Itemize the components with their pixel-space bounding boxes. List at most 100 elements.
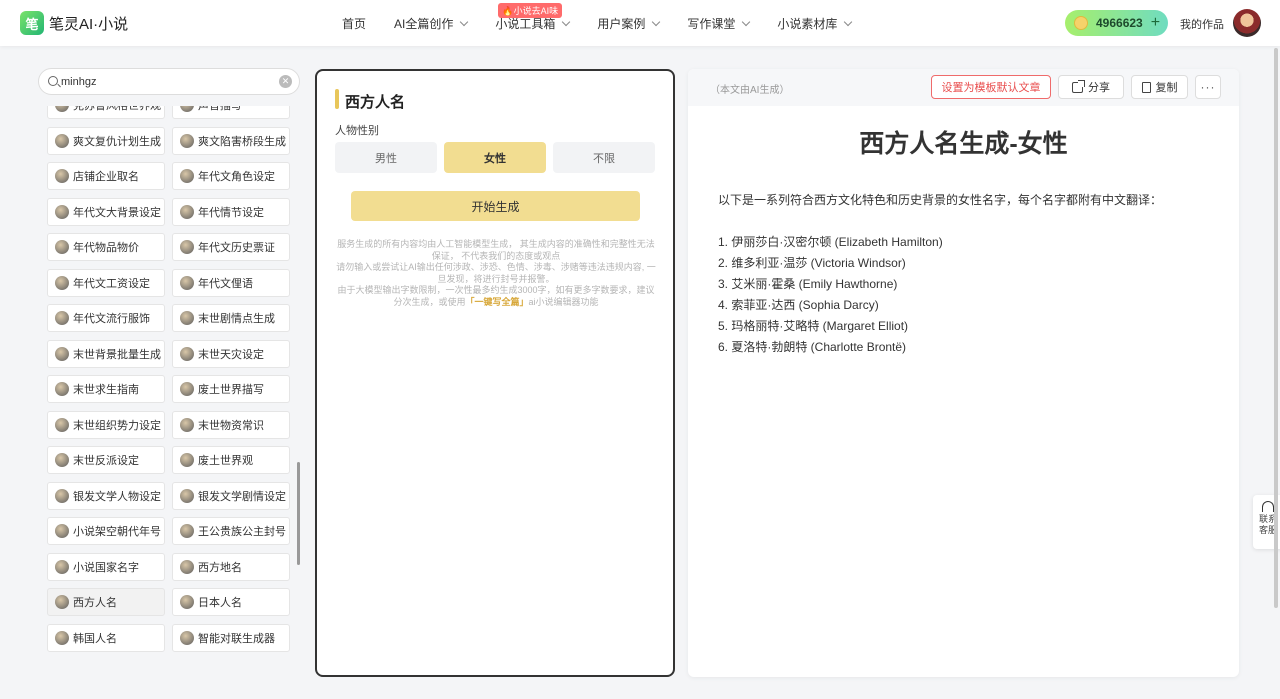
add-credits-icon[interactable]: +: [1151, 15, 1160, 31]
nav-user-cases[interactable]: 用户案例: [597, 15, 661, 32]
tool-item[interactable]: 年代物品物价: [47, 233, 165, 261]
name-item: 1. 伊丽莎白·汉密尔顿 (Elizabeth Hamilton): [718, 235, 943, 249]
tool-label: 日本人名: [198, 597, 242, 609]
tool-icon: [180, 595, 194, 609]
tool-item[interactable]: 声音描写: [172, 106, 290, 119]
tool-icon: [180, 346, 194, 361]
tool-icon: [180, 630, 194, 645]
tool-icon: [180, 169, 194, 183]
tool-icon: [55, 346, 69, 361]
tool-item[interactable]: 年代文大背景设定: [47, 197, 165, 226]
tool-label: 爽文复仇计划生成: [73, 135, 161, 148]
disclaimer-line-3: 由于大模型输出字数限制，一次性最多约生成3000字，如有更多字数要求，建议分次生…: [333, 285, 659, 308]
tool-item[interactable]: 银发文学人物设定: [47, 481, 165, 510]
tool-label: 末世剧情点生成: [198, 313, 275, 325]
tool-item[interactable]: 王公贵族公主封号: [172, 517, 290, 545]
logo-icon: 笔: [20, 11, 44, 35]
gender-option-male[interactable]: 男性: [335, 142, 437, 173]
tool-item[interactable]: 西方人名: [47, 588, 165, 616]
tool-item[interactable]: 爽文复仇计划生成: [47, 126, 165, 155]
more-button[interactable]: ···: [1195, 75, 1221, 99]
tool-icon: [180, 524, 194, 538]
tool-label: 末世背景批量生成: [73, 348, 161, 361]
disclaimer-text-end: ai小说编辑器功能: [528, 296, 599, 307]
my-works-link[interactable]: 我的作品: [1180, 16, 1224, 32]
tool-label: 年代情节设定: [198, 206, 264, 219]
name-item: 5. 玛格丽特·艾略特 (Margaret Elliot): [718, 319, 909, 333]
tool-item[interactable]: 末世天灾设定: [172, 339, 290, 368]
share-button[interactable]: 分享: [1058, 75, 1124, 99]
nav-badge[interactable]: 🔥小说去AI味: [498, 2, 563, 18]
tool-item[interactable]: 废土世界观: [172, 446, 290, 474]
name-item: 6. 夏洛特·勃朗特 (Charlotte Brontë): [718, 340, 907, 354]
nav-material-library[interactable]: 小说素材库: [777, 15, 853, 32]
nav-ai-full-creation-label: AI全篇创作: [394, 16, 454, 31]
tool-item[interactable]: 韩国人名: [47, 623, 165, 652]
tool-item[interactable]: 年代情节设定: [172, 197, 290, 226]
tool-icon: [180, 106, 194, 112]
tool-item[interactable]: 末世背景批量生成: [47, 339, 165, 368]
tool-item[interactable]: 末世剧情点生成: [172, 304, 290, 332]
tool-item[interactable]: 废土世界描写: [172, 375, 290, 403]
tool-item[interactable]: 爽文陷害桥段生成: [172, 126, 290, 155]
tool-label: 年代文流行服饰: [73, 313, 150, 325]
tool-item[interactable]: 末世反派设定: [47, 446, 165, 474]
start-generate-button[interactable]: 开始生成: [351, 191, 640, 221]
tool-item[interactable]: 末世物资常识: [172, 410, 290, 439]
nav-novel-toolbox[interactable]: 🔥小说去AI味 小说工具箱: [495, 2, 571, 32]
tool-icon: [180, 133, 194, 148]
tool-item[interactable]: 年代文流行服饰: [47, 304, 165, 332]
logo[interactable]: 笔 笔灵AI·小说: [20, 11, 128, 35]
tool-item[interactable]: 日本人名: [172, 588, 290, 616]
tool-list-scrollbar[interactable]: [297, 462, 300, 565]
tool-item[interactable]: 年代文俚语: [172, 268, 290, 297]
tool-search: ✕: [38, 68, 300, 95]
credits-badge[interactable]: 4966623 +: [1065, 10, 1168, 36]
tool-item[interactable]: 末世求生指南: [47, 375, 165, 403]
set-template-button[interactable]: 设置为模板默认文章: [931, 75, 1051, 99]
main-nav: 首页 AI全篇创作 🔥小说去AI味 小说工具箱 用户案例 写作课堂 小说素材库: [342, 0, 879, 46]
tool-icon: [55, 453, 69, 467]
nav-ai-full-creation[interactable]: AI全篇创作: [394, 15, 469, 32]
tool-icon: [180, 382, 194, 396]
page-scrollbar[interactable]: [1274, 48, 1278, 608]
name-item: 3. 艾米丽·霍桑 (Emily Hawthorne): [718, 277, 898, 291]
tool-item[interactable]: 年代文工资设定: [47, 268, 165, 297]
tool-item[interactable]: 西方地名: [172, 552, 290, 581]
tool-item[interactable]: 年代文角色设定: [172, 162, 290, 190]
gender-option-female[interactable]: 女性: [444, 142, 546, 173]
ai-generated-note: （本文由AI生成）: [710, 85, 790, 96]
tool-label: 智能对联生成器: [198, 632, 275, 645]
nav-home[interactable]: 首页: [342, 15, 366, 32]
tool-item[interactable]: 小说架空朝代年号: [47, 517, 165, 545]
tool-label: 年代文历史票证: [198, 242, 275, 254]
tool-item[interactable]: 智能对联生成器: [172, 623, 290, 652]
tool-item[interactable]: 末世组织势力设定: [47, 410, 165, 439]
nav-writing-class[interactable]: 写作课堂: [687, 15, 751, 32]
tool-icon: [180, 204, 194, 219]
tool-label: 年代文大背景设定: [73, 206, 161, 219]
tool-icon: [55, 311, 69, 325]
tool-item[interactable]: 克苏鲁风格世界观: [47, 106, 165, 119]
tool-item[interactable]: 小说国家名字: [47, 552, 165, 581]
tool-label: 末世求生指南: [73, 384, 139, 396]
name-list: 1. 伊丽莎白·汉密尔顿 (Elizabeth Hamilton) 2. 维多利…: [718, 232, 943, 358]
headset-icon: [1262, 501, 1274, 512]
avatar[interactable]: [1233, 9, 1261, 37]
copy-button[interactable]: 复制: [1131, 75, 1188, 99]
tool-icon: [55, 133, 69, 148]
tool-item[interactable]: 银发文学剧情设定: [172, 481, 290, 510]
search-input[interactable]: [61, 73, 271, 91]
tool-grid: 克苏鲁风格世界观 声音描写爽文复仇计划生成 爽文陷害桥段生成 店铺企业取名 年代文角色设…: [47, 106, 292, 652]
tool-item[interactable]: 店铺企业取名: [47, 162, 165, 190]
tool-label: 年代文俚语: [198, 277, 253, 290]
top-header: 笔 笔灵AI·小说 首页 AI全篇创作 🔥小说去AI味 小说工具箱 用户案例 写作…: [0, 0, 1280, 46]
chevron-down-icon: [742, 17, 751, 26]
clear-icon[interactable]: ✕: [279, 75, 292, 88]
title-accent: [335, 89, 339, 109]
chevron-down-icon: [562, 17, 571, 26]
tool-item[interactable]: 年代文历史票证: [172, 233, 290, 261]
tool-icon: [180, 453, 194, 467]
gender-option-any[interactable]: 不限: [553, 142, 655, 173]
full-write-link[interactable]: 「一键写全篇」: [465, 297, 528, 307]
